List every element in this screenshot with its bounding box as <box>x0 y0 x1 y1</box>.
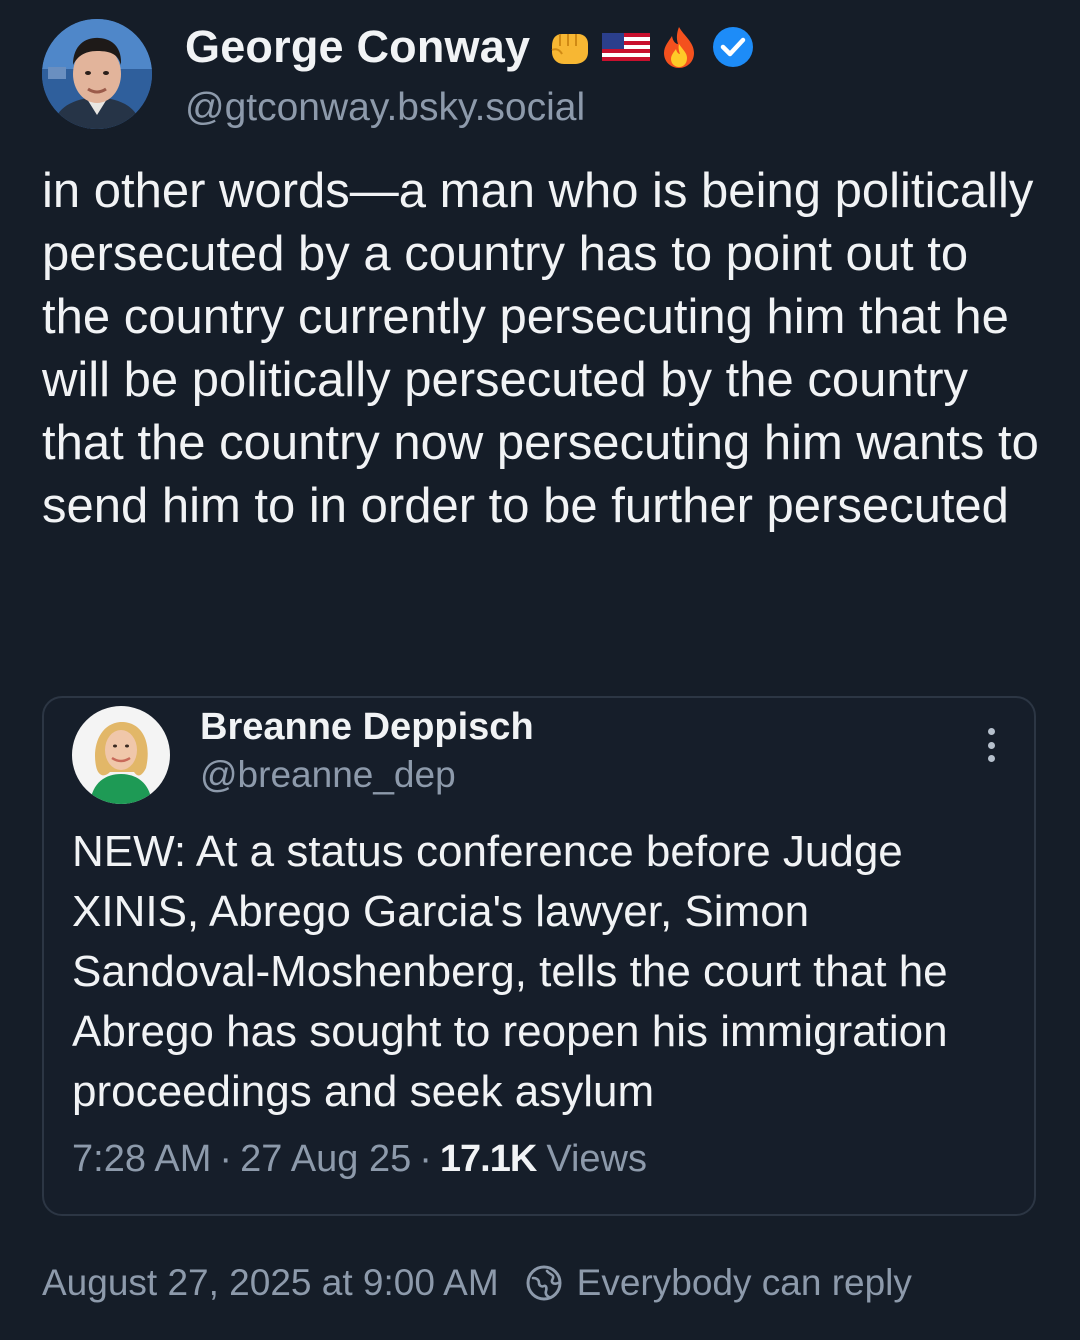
post-container: George Conway @gtconway.bsky.social in o… <box>0 0 1080 1340</box>
quoted-post-meta: 7:28 AM · 27 Aug 25 · 17.1K Views <box>72 1138 647 1181</box>
more-vertical-icon[interactable] <box>984 728 998 762</box>
more-dot <box>987 755 995 762</box>
verified-check-icon[interactable] <box>712 26 754 68</box>
post-timestamp[interactable]: August 27, 2025 at 9:00 AM <box>42 1262 499 1304</box>
fist-emoji <box>551 34 589 64</box>
author-handle[interactable]: @gtconway.bsky.social <box>185 86 754 130</box>
quoted-post-views-label: Views <box>546 1138 647 1180</box>
author-display-name[interactable]: George Conway <box>185 21 530 73</box>
more-dot <box>987 728 995 735</box>
quoted-post-views-count: 17.1K <box>439 1138 537 1180</box>
us-flag-emoji <box>602 33 651 61</box>
quoted-author-avatar[interactable] <box>72 706 170 804</box>
author-identity: George Conway @gtconway.bsky.social <box>185 18 754 130</box>
meta-separator: · <box>419 1138 432 1180</box>
author-avatar[interactable] <box>42 19 152 129</box>
quoted-post-date[interactable]: 27 Aug 25 <box>240 1138 411 1181</box>
fire-emoji <box>664 27 695 68</box>
quoted-post-time[interactable]: 7:28 AM <box>72 1138 211 1181</box>
quoted-post-text: NEW: At a status conference before Judge… <box>72 827 948 1116</box>
author-emoji-row <box>546 24 754 70</box>
quoted-author-handle[interactable]: @breanne_dep <box>200 754 456 796</box>
reply-setting[interactable]: Everybody can reply <box>577 1262 912 1304</box>
post-header: George Conway @gtconway.bsky.social <box>42 18 754 130</box>
quoted-author-name[interactable]: Breanne Deppisch <box>200 706 534 749</box>
post-footer: August 27, 2025 at 9:00 AM Everybody can… <box>42 1262 912 1304</box>
globe-reply-icon <box>526 1265 562 1301</box>
author-name-row: George Conway <box>185 18 754 76</box>
post-text: in other words—a man who is being politi… <box>42 164 1053 533</box>
quoted-post-card[interactable]: Breanne Deppisch @breanne_dep NEW: At a … <box>42 696 1036 1216</box>
more-dot <box>987 741 995 749</box>
meta-separator: · <box>219 1138 233 1180</box>
